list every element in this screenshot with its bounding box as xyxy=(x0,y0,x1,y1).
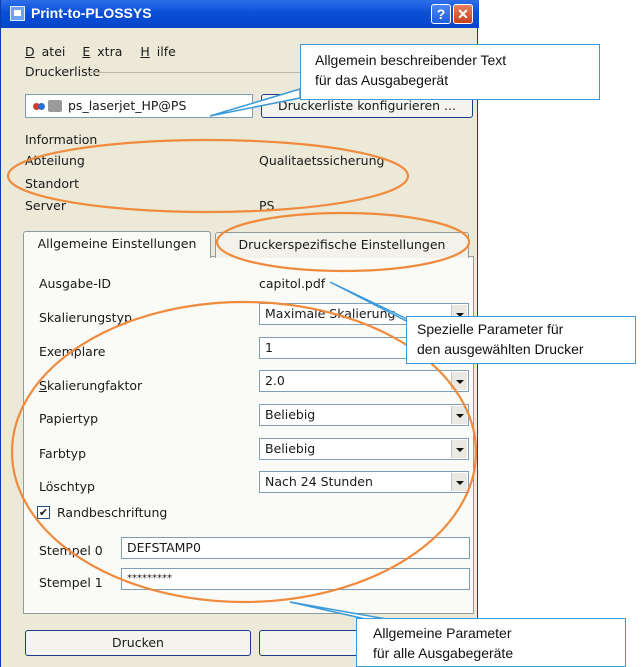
callout-middle-line-2: den ausgewählten Drucker xyxy=(417,341,584,357)
callout-top-line-2: für das Ausgabegerät xyxy=(315,72,449,88)
callout-middle: Spezielle Parameter für den ausgewählten… xyxy=(406,316,636,364)
annotation-ellipse-info xyxy=(6,138,410,214)
callout-top-line-1: Allgemein beschreibender Text xyxy=(315,52,507,68)
callout-top: Allgemein beschreibender Text für das Au… xyxy=(300,44,600,100)
callout-middle-line-1: Spezielle Parameter für xyxy=(417,321,564,337)
callout-bottom: Allgemeine Parameter für alle Ausgabeger… xyxy=(356,618,626,667)
callout-bottom-line-2: für alle Ausgabegeräte xyxy=(373,645,514,661)
annotation-ellipse-tab xyxy=(215,211,471,273)
callout-bottom-line-1: Allgemeine Parameter xyxy=(373,625,512,641)
callout-pointer-top xyxy=(209,87,301,117)
